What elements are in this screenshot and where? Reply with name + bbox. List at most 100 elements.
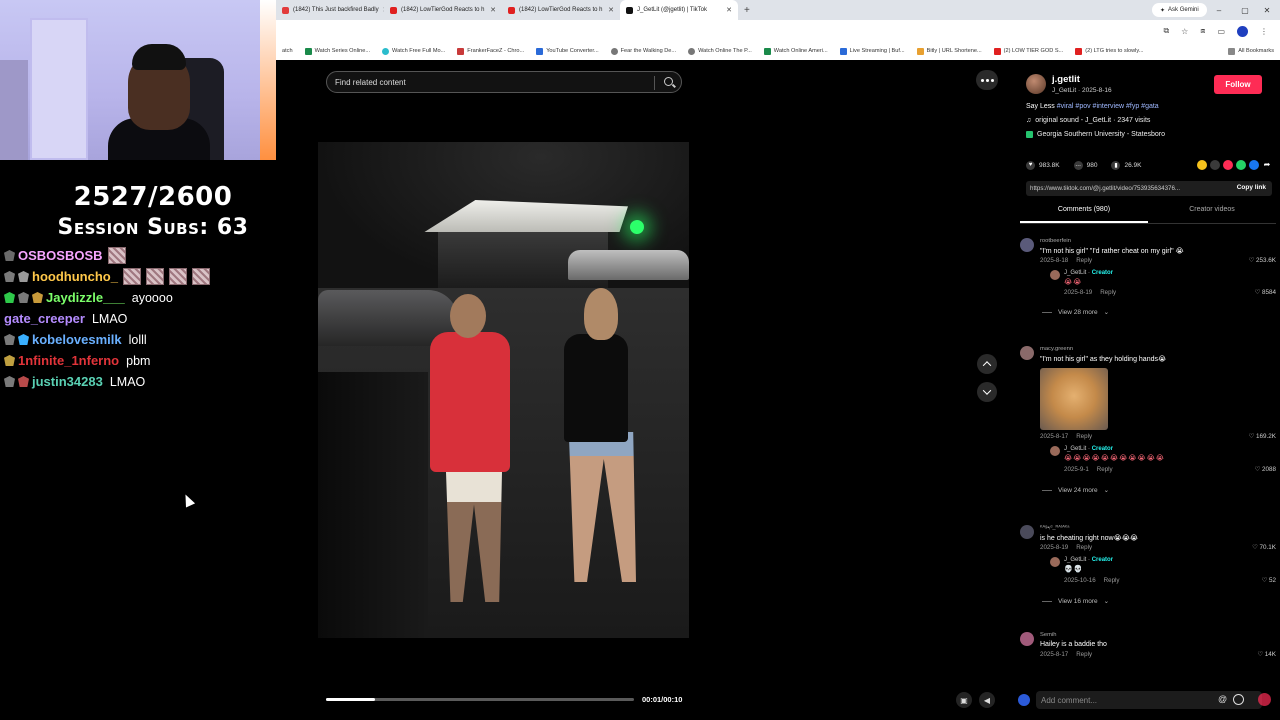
send-icon[interactable] bbox=[1258, 693, 1271, 706]
reply-likes[interactable]: ♡ 8584 bbox=[1255, 289, 1276, 296]
bookmark[interactable]: Watch Online Ameri... bbox=[758, 47, 834, 55]
video-progress-bar[interactable] bbox=[326, 698, 634, 701]
commenter-avatar[interactable] bbox=[1020, 525, 1034, 539]
post-location[interactable]: Georgia Southern University - Statesboro bbox=[1026, 131, 1165, 138]
hashtags[interactable]: #viral #pov #interview #fyp #gata bbox=[1057, 103, 1159, 110]
bookmark[interactable]: atch bbox=[276, 48, 299, 54]
bookmark[interactable]: FrankerFaceZ - Chro... bbox=[451, 47, 530, 55]
view-more-replies[interactable]: View 24 more ⌄ bbox=[1042, 486, 1109, 495]
chat-username[interactable]: hoodhuncho_ bbox=[32, 269, 118, 284]
post-sound[interactable]: ♫ original sound - J_GetLit · 2347 visit… bbox=[1026, 117, 1150, 124]
comment-likes[interactable]: ♡ 169.2K bbox=[1249, 433, 1276, 440]
view-more-replies[interactable]: View 16 more ⌄ bbox=[1042, 597, 1109, 606]
share-send-icon[interactable] bbox=[1223, 160, 1233, 170]
volume-icon[interactable]: ◀ bbox=[979, 692, 995, 708]
bookmark[interactable]: YouTube Converter... bbox=[530, 47, 604, 55]
reply-button[interactable]: Reply bbox=[1076, 257, 1092, 264]
cast-icon[interactable]: ⧉ bbox=[1163, 26, 1169, 36]
reply-button[interactable]: Reply bbox=[1100, 289, 1116, 296]
bookmark[interactable]: Watch Free Full Mo... bbox=[376, 47, 451, 55]
commenter-avatar[interactable] bbox=[1020, 632, 1034, 646]
bookmark[interactable]: Bitly | URL Shortene... bbox=[911, 47, 988, 55]
post-link-box[interactable]: https://www.tiktok.com/@j.getlit/video/7… bbox=[1026, 181, 1272, 196]
commenter-avatar[interactable] bbox=[1020, 238, 1034, 252]
close-window-button[interactable]: ✕ bbox=[1254, 0, 1280, 20]
share-embed-icon[interactable] bbox=[1210, 160, 1220, 170]
creator-avatar[interactable] bbox=[1050, 270, 1060, 280]
bookmark[interactable]: Fear the Walking De... bbox=[605, 47, 682, 55]
minimize-button[interactable]: – bbox=[1206, 0, 1232, 20]
more-options-button[interactable] bbox=[976, 70, 998, 90]
share-more-icon[interactable]: ➦ bbox=[1262, 160, 1272, 170]
browser-tab[interactable]: (1842) LowTierGod Reacts to h ✕ bbox=[502, 0, 620, 20]
comment-likes[interactable]: ♡ 70.1K bbox=[1252, 544, 1276, 551]
next-video-button[interactable] bbox=[977, 382, 997, 402]
commenter-avatar[interactable] bbox=[1020, 346, 1034, 360]
bookmark[interactable]: Watch Online The P... bbox=[682, 47, 758, 55]
chat-username[interactable]: kobelovesmilk bbox=[32, 332, 122, 347]
add-comment-input[interactable]: Add comment... bbox=[1036, 691, 1262, 709]
new-tab-button[interactable]: + bbox=[744, 5, 750, 16]
reply-button[interactable]: Reply bbox=[1097, 466, 1113, 473]
search-icon[interactable] bbox=[664, 77, 673, 86]
search-input[interactable]: Find related content bbox=[335, 78, 406, 87]
star-icon[interactable]: ☆ bbox=[1181, 27, 1188, 36]
chat-username[interactable]: 1nfinite_1nferno bbox=[18, 353, 119, 368]
sidepanel-icon[interactable]: ▭ bbox=[1217, 27, 1225, 36]
commenter-username[interactable]: macy.greenn bbox=[1040, 346, 1073, 352]
author-username[interactable]: j.getlit bbox=[1052, 74, 1080, 85]
commenter-username[interactable]: ᴷᴬᵍ•ᵢᵈ_ᴿᴬᵗᴬᴷᵃ bbox=[1040, 525, 1069, 531]
copy-link-button[interactable]: Copy link bbox=[1230, 184, 1266, 191]
share-facebook-icon[interactable] bbox=[1249, 160, 1259, 170]
tab-comments[interactable]: Comments (980) bbox=[1020, 206, 1148, 223]
creator-avatar[interactable] bbox=[1050, 557, 1060, 567]
video-player[interactable] bbox=[318, 142, 689, 638]
emoji-icon[interactable] bbox=[1233, 694, 1244, 705]
share-repost-icon[interactable] bbox=[1197, 160, 1207, 170]
ask-gemini-button[interactable]: ✦ Ask Gemini bbox=[1152, 3, 1207, 17]
bookmark[interactable]: (2) LTG tries to slowly... bbox=[1069, 47, 1149, 55]
reply-username[interactable]: J_GetLit · Creator bbox=[1064, 270, 1113, 276]
menu-icon[interactable]: ⋮ bbox=[1260, 27, 1268, 36]
reply-likes[interactable]: ♡ 52 bbox=[1262, 577, 1276, 584]
extensions-icon[interactable]: ⧈ bbox=[1200, 26, 1205, 36]
like-button[interactable]: ♥ 983.8K bbox=[1026, 160, 1060, 170]
share-whatsapp-icon[interactable] bbox=[1236, 160, 1246, 170]
close-icon[interactable]: ✕ bbox=[490, 6, 496, 14]
creator-avatar[interactable] bbox=[1050, 446, 1060, 456]
comment-button[interactable]: … 980 bbox=[1073, 160, 1097, 170]
reply-button[interactable]: Reply bbox=[1076, 651, 1092, 658]
follow-button[interactable]: Follow bbox=[1214, 75, 1262, 94]
author-avatar[interactable] bbox=[1026, 74, 1046, 94]
close-icon[interactable]: ✕ bbox=[608, 6, 614, 14]
chat-username[interactable]: OSBOSBOSB bbox=[18, 248, 103, 263]
reply-button[interactable]: Reply bbox=[1076, 433, 1092, 440]
chat-username[interactable]: Jaydizzle___ bbox=[46, 290, 125, 305]
comment-likes[interactable]: ♡ 14K bbox=[1257, 651, 1276, 658]
browser-tab[interactable]: (1842) LowTierGod Reacts to h ✕ bbox=[384, 0, 502, 20]
tab-creator-videos[interactable]: Creator videos bbox=[1148, 206, 1276, 223]
reply-likes[interactable]: ♡ 2088 bbox=[1255, 466, 1276, 473]
related-content-search[interactable]: Find related content bbox=[326, 71, 682, 93]
mention-icon[interactable]: @ bbox=[1218, 694, 1227, 704]
commenter-username[interactable]: rootbeerfein bbox=[1040, 238, 1071, 244]
browser-tab[interactable]: (1842) This Just backfired Badly ✕ bbox=[276, 0, 384, 20]
reply-username[interactable]: J_GetLit · Creator bbox=[1064, 557, 1113, 563]
chat-username[interactable]: gate_creeper bbox=[4, 311, 85, 326]
bookmark[interactable]: (2) LOW TIER GOD S... bbox=[988, 47, 1070, 55]
commenter-username[interactable]: Semih bbox=[1040, 632, 1056, 638]
all-bookmarks[interactable]: All Bookmarks bbox=[1222, 47, 1280, 55]
comment-likes[interactable]: ♡ 253.6K bbox=[1249, 257, 1276, 264]
bookmark[interactable]: Live Streaming | Buf... bbox=[834, 47, 911, 55]
profile-avatar[interactable] bbox=[1237, 25, 1248, 37]
chat-username[interactable]: justin34283 bbox=[32, 374, 103, 389]
pip-icon[interactable]: ▣ bbox=[956, 692, 972, 708]
previous-video-button[interactable] bbox=[977, 354, 997, 374]
browser-tab-active[interactable]: J_GetLit (@jgetlit) | TikTok ✕ bbox=[620, 0, 738, 20]
reply-username[interactable]: J_GetLit · Creator bbox=[1064, 446, 1113, 452]
view-more-replies[interactable]: View 28 more ⌄ bbox=[1042, 308, 1109, 317]
close-icon[interactable]: ✕ bbox=[726, 6, 732, 14]
comment-cat-image[interactable] bbox=[1040, 368, 1108, 430]
bookmark[interactable]: Watch Series Online... bbox=[299, 47, 376, 55]
reply-button[interactable]: Reply bbox=[1104, 577, 1120, 584]
